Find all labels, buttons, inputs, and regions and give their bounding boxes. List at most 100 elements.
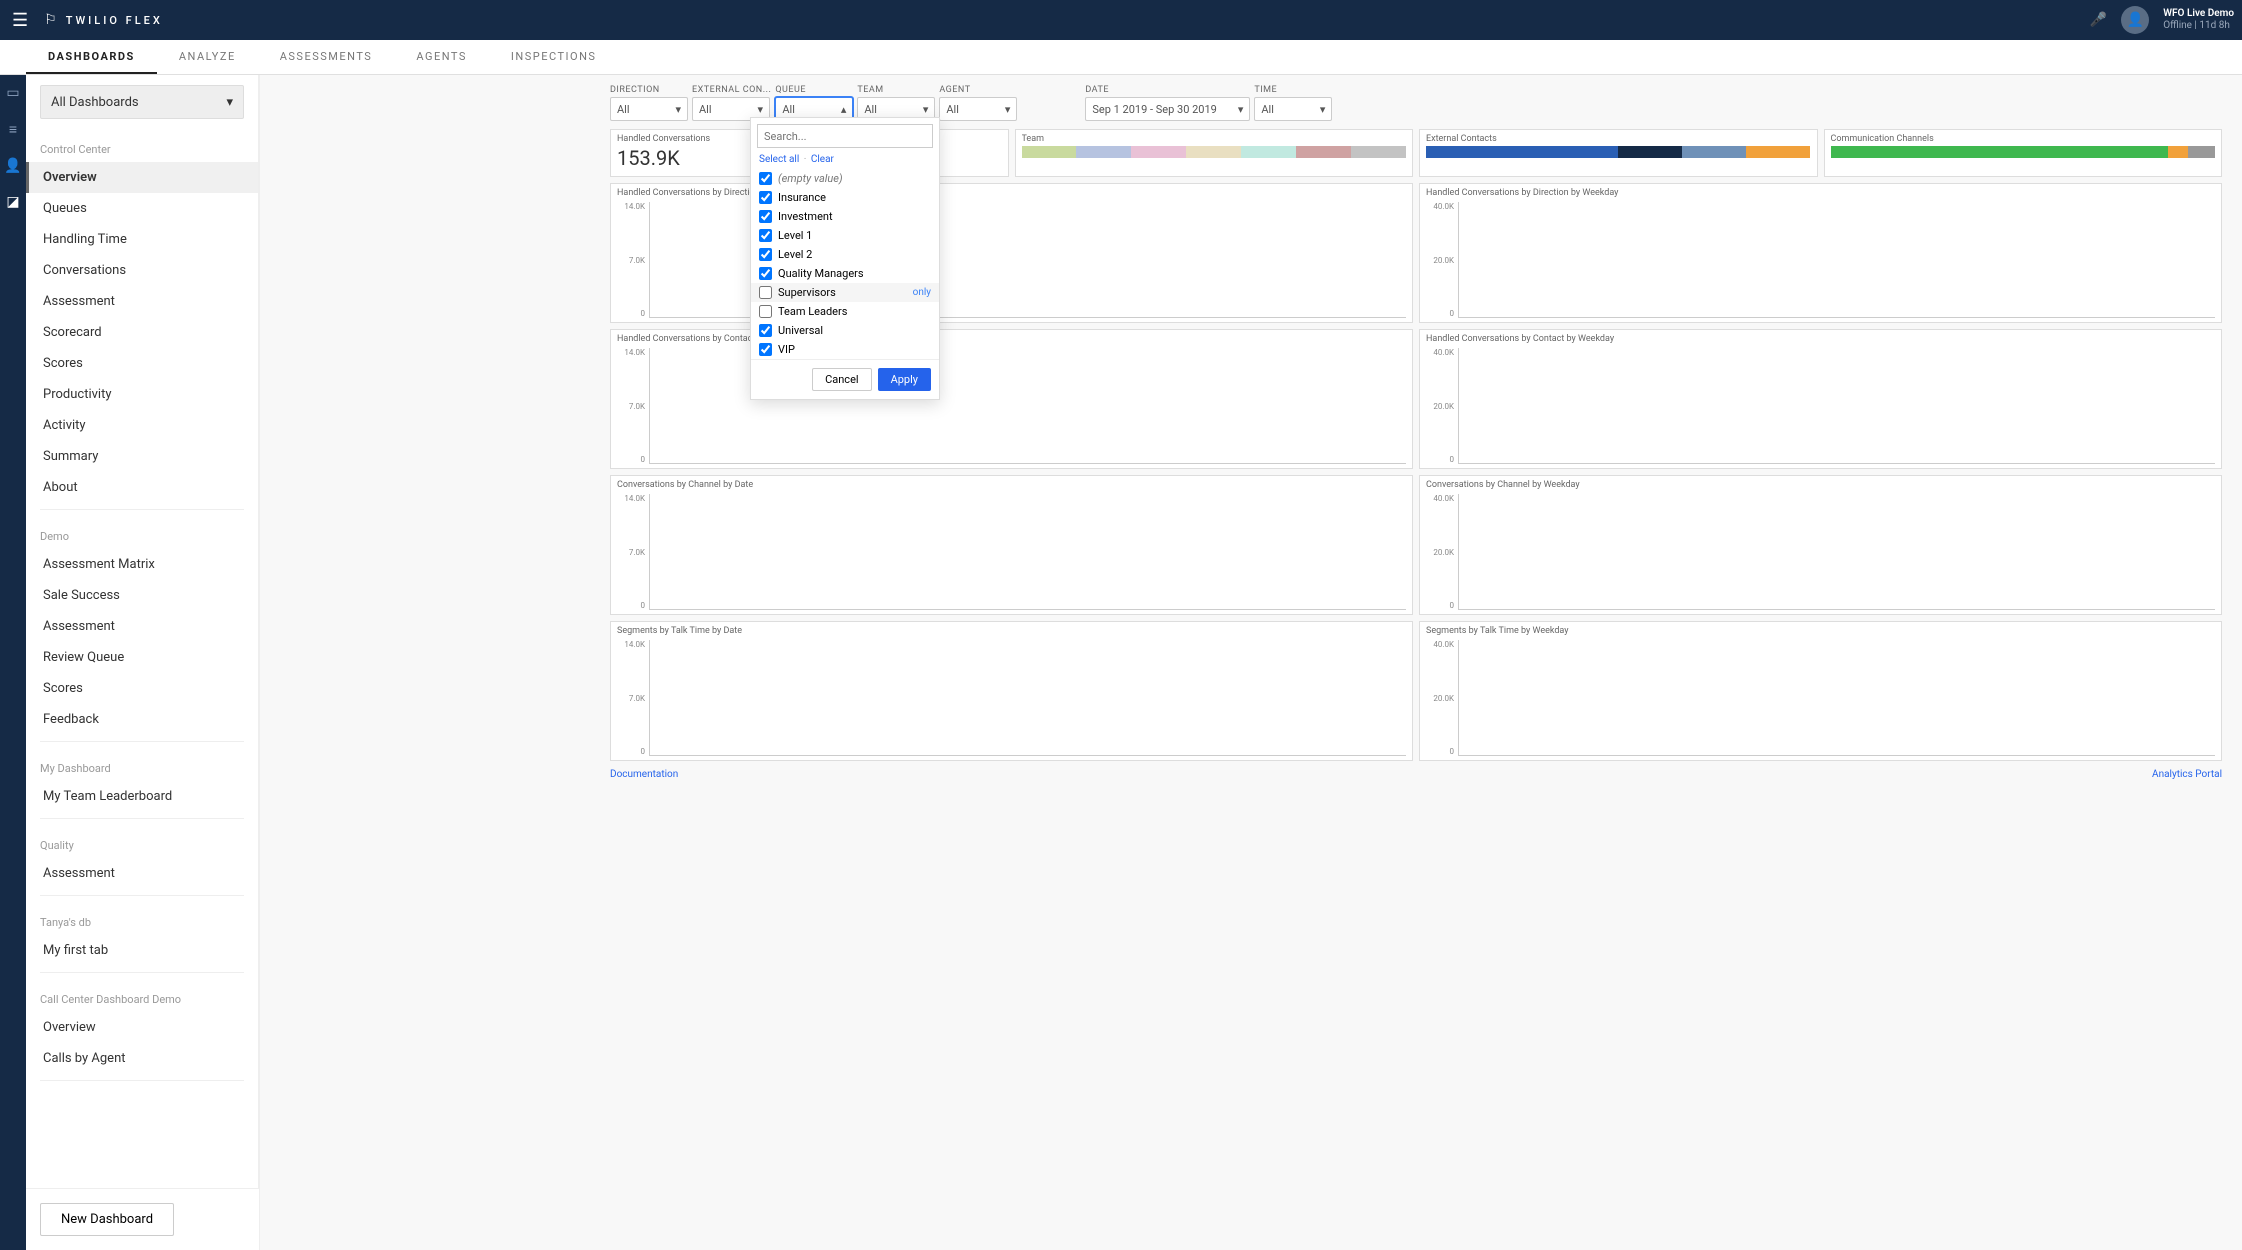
nav-item-summary[interactable]: Summary [26,441,258,472]
filter-date[interactable]: Sep 1 2019 - Sep 30 2019▾ [1085,97,1250,121]
filter-agent[interactable]: All▾ [939,97,1017,121]
queue-checkbox-1[interactable] [759,191,772,204]
new-dashboard-button[interactable]: New Dashboard [40,1203,174,1236]
chevron-icon: ▴ [841,103,847,116]
chart-1: Handled Conversations by Direction by We… [1419,183,2222,323]
user-status: Offline | 11d 8h [2163,20,2234,32]
chevron-down-icon: ▾ [226,95,233,110]
queue-checkbox-2[interactable] [759,210,772,223]
filter-label-4: AGENT [939,85,1017,95]
nav-item-my-first-tab[interactable]: My first tab [26,935,258,966]
nav-item-activity[interactable]: Activity [26,410,258,441]
nav-item-overview[interactable]: Overview [26,1012,258,1043]
queue-checkbox-9[interactable] [759,343,772,356]
apply-button[interactable]: Apply [878,368,931,391]
filter-label-3: TEAM [857,85,935,95]
nav-section-5: Call Center Dashboard Demo [26,979,258,1012]
nav-item-assessment[interactable]: Assessment [26,858,258,889]
nav-item-productivity[interactable]: Productivity [26,379,258,410]
nav-item-about[interactable]: About [26,472,258,503]
queue-option-9[interactable]: VIP [751,340,939,359]
tab-agents[interactable]: AGENTS [394,40,489,74]
analytics-portal-link[interactable]: Analytics Portal [2152,769,2222,780]
queue-option-4[interactable]: Level 2 [751,245,939,264]
side-rail: ▭ ≡ 👤 ◪ [0,75,26,1250]
nav-item-assessment[interactable]: Assessment [26,611,258,642]
nav-item-my-team-leaderboard[interactable]: My Team Leaderboard [26,781,258,812]
only-link[interactable]: only [913,287,931,298]
chart-4: Conversations by Channel by Date14.0K7.0… [610,475,1413,615]
nav-column: All Dashboards ▾ Control CenterOverviewQ… [26,75,260,1250]
chart-3: Handled Conversations by Contact by Week… [1419,329,2222,469]
rail-analytics-icon[interactable]: ◪ [6,194,19,210]
nav-section-4: Tanya's db [26,902,258,935]
chart-7: Segments by Talk Time by Weekday40.0K20.… [1419,621,2222,761]
queue-option-7[interactable]: Team Leaders [751,302,939,321]
queue-checkbox-6[interactable] [759,286,772,299]
nav-item-scores[interactable]: Scores [26,348,258,379]
filter-bar: DIRECTIONAll▾EXTERNAL CON...All▾QUEUEAll… [260,85,2242,125]
queue-checkbox-3[interactable] [759,229,772,242]
queue-checkbox-0[interactable] [759,172,772,185]
dashboard-selector[interactable]: All Dashboards ▾ [40,85,244,119]
chevron-icon: ▾ [923,103,929,116]
tab-assessments[interactable]: ASSESSMENTS [258,40,395,74]
chart-5: Conversations by Channel by Weekday40.0K… [1419,475,2222,615]
chevron-icon: ▾ [757,103,763,116]
nav-item-assessment-matrix[interactable]: Assessment Matrix [26,549,258,580]
queue-checkbox-5[interactable] [759,267,772,280]
brand-logo-icon: ⚐ [44,12,60,28]
nav-item-sale-success[interactable]: Sale Success [26,580,258,611]
nav-item-scores[interactable]: Scores [26,673,258,704]
nav-item-review-queue[interactable]: Review Queue [26,642,258,673]
chevron-icon: ▾ [1005,103,1011,116]
rail-dashboard-icon[interactable]: ▭ [6,85,19,101]
queue-checkbox-7[interactable] [759,305,772,318]
queue-checkbox-8[interactable] [759,324,772,337]
nav-item-overview[interactable]: Overview [26,162,258,193]
filter-label-6: TIME [1254,85,1332,95]
rail-stack-icon[interactable]: ≡ [9,121,17,138]
nav-item-queues[interactable]: Queues [26,193,258,224]
chart-2: Handled Conversations by Contact by Date… [610,329,1413,469]
filter-direction[interactable]: All▾ [610,97,688,121]
avatar[interactable]: 👤 [2121,6,2149,34]
chevron-icon: ▾ [1238,103,1244,116]
tab-analyze[interactable]: ANALYZE [157,40,258,74]
queue-checkbox-4[interactable] [759,248,772,261]
user-meta: WFO Live Demo Offline | 11d 8h [2163,8,2234,32]
rail-user-icon[interactable]: 👤 [4,158,21,174]
nav-section-0: Control Center [26,129,258,162]
filter-label-5: DATE [1085,85,1250,95]
nav-item-assessment[interactable]: Assessment [26,286,258,317]
queue-option-5[interactable]: Quality Managers [751,264,939,283]
clear-link[interactable]: Clear [811,154,834,165]
tab-inspections[interactable]: INSPECTIONS [489,40,619,74]
mic-icon[interactable]: 🎤 [2090,12,2107,28]
select-all-link[interactable]: Select all [759,154,799,165]
queue-option-6[interactable]: Supervisorsonly [751,283,939,302]
nav-item-handling-time[interactable]: Handling Time [26,224,258,255]
queue-option-3[interactable]: Level 1 [751,226,939,245]
user-name: WFO Live Demo [2163,8,2234,20]
brand: ⚐ TWILIO FLEX [44,12,163,28]
chart-6: Segments by Talk Time by Date14.0K7.0K0 [610,621,1413,761]
queue-option-8[interactable]: Universal [751,321,939,340]
queue-option-2[interactable]: Investment [751,207,939,226]
chevron-icon: ▾ [675,103,681,116]
nav-item-scorecard[interactable]: Scorecard [26,317,258,348]
nav-section-3: Quality [26,825,258,858]
dashboard-selector-label: All Dashboards [51,95,139,110]
tab-dashboards[interactable]: DASHBOARDS [26,40,157,74]
nav-item-feedback[interactable]: Feedback [26,704,258,735]
nav-item-calls-by-agent[interactable]: Calls by Agent [26,1043,258,1074]
queue-search-input[interactable] [757,124,933,148]
hamburger-icon[interactable]: ☰ [8,10,32,31]
footer-links: Documentation Analytics Portal [260,761,2242,780]
queue-option-0[interactable]: (empty value) [751,169,939,188]
queue-option-1[interactable]: Insurance [751,188,939,207]
nav-item-conversations[interactable]: Conversations [26,255,258,286]
cancel-button[interactable]: Cancel [812,368,871,391]
filter-time[interactable]: All▾ [1254,97,1332,121]
documentation-link[interactable]: Documentation [610,769,678,780]
